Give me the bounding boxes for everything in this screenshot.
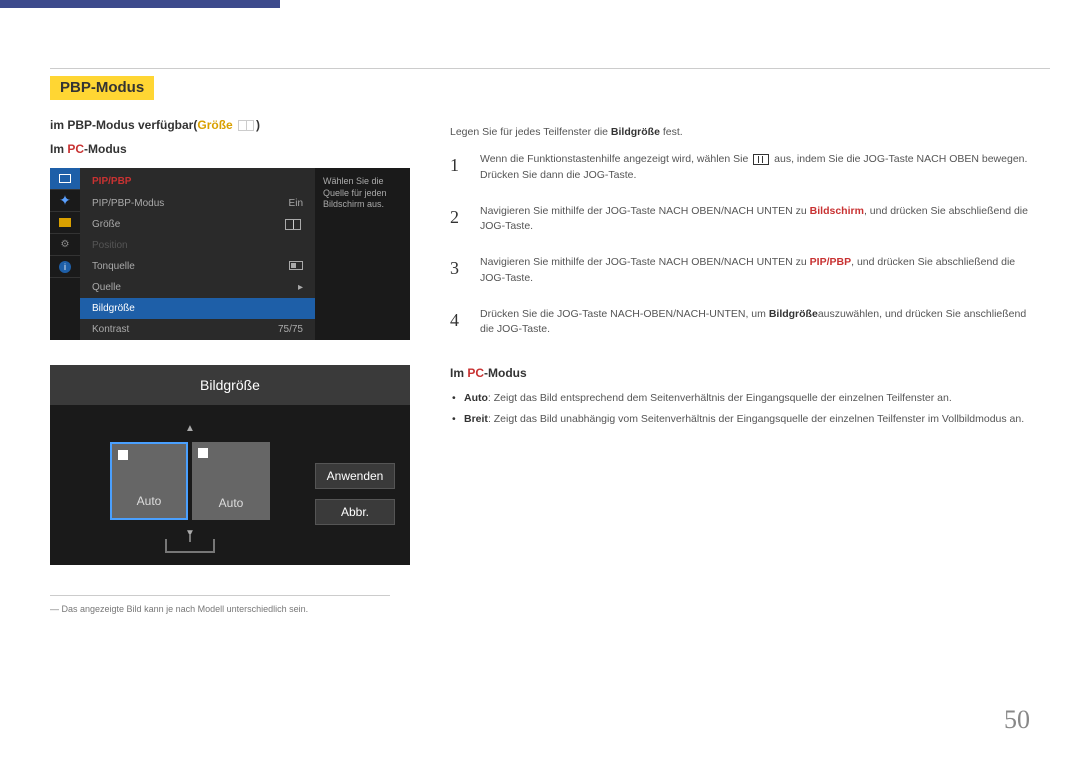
osd-tooltip: Wählen Sie die Quelle für jeden Bildschi… (315, 168, 410, 340)
step-1: 1 Wenn die Funktionstastenhilfe angezeig… (450, 152, 1030, 184)
monitor-stand-icon (165, 539, 215, 553)
osd-row-imagesize: Bildgröße (80, 298, 315, 319)
pc-mode-header: Im PC-Modus (50, 142, 410, 156)
page-number: 50 (1004, 705, 1030, 735)
intro-text: Legen Sie für jedes Teilfenster die Bild… (450, 126, 1030, 138)
size-icon (285, 219, 301, 230)
top-divider (50, 68, 1050, 69)
osd2-title: Bildgröße (50, 365, 410, 405)
osd-main: PIP/PBP PIP/PBP-ModusEin Größe Position … (80, 168, 315, 340)
screen-left: Auto (110, 442, 188, 520)
osd-menu-pip-pbp: ✦ ⚙ i PIP/PBP PIP/PBP-ModusEin Größe Pos… (50, 168, 410, 340)
osd-row-source: Quelle▸ (80, 277, 315, 298)
availability-note: im PBP-Modus verfügbar(Größe ) (50, 118, 410, 132)
sidebar-icon-picture (50, 168, 80, 190)
pbp-split-icon (238, 120, 254, 131)
osd-bildgroesse: Bildgröße ▲ Auto Auto ▼ (50, 365, 410, 565)
cancel-button: Abbr. (315, 499, 395, 525)
steps-list: 1 Wenn die Funktionstastenhilfe angezeig… (450, 152, 1030, 338)
color-bar (0, 0, 280, 8)
osd-row-size: Größe (80, 214, 315, 235)
step-3: 3 Navigieren Sie mithilfe der JOG-Taste … (450, 255, 1030, 287)
osd2-monitor: ▲ Auto Auto ▼ (65, 423, 315, 553)
apply-button: Anwenden (315, 463, 395, 489)
option-auto: Auto: Zeigt das Bild entsprechend dem Se… (450, 390, 1030, 407)
sidebar-icon-pip: ✦ (50, 190, 80, 212)
osd-row-mode: PIP/PBP-ModusEin (80, 193, 315, 214)
screen-right: Auto (192, 442, 270, 520)
arrow-up-icon: ▲ (65, 423, 315, 434)
footnote: ― Das angezeigte Bild kann je nach Model… (50, 595, 390, 614)
options-list: Auto: Zeigt das Bild entsprechend dem Se… (450, 390, 1030, 428)
sidebar-icon-settings: ⚙ (50, 234, 80, 256)
right-column: Legen Sie für jedes Teilfenster die Bild… (450, 76, 1030, 614)
osd-row-contrast: Kontrast75/75 (80, 319, 315, 340)
osd-header: PIP/PBP (80, 168, 315, 193)
sidebar-icon-onscreen (50, 212, 80, 234)
step-4: 4 Drücken Sie die JOG-Taste NACH-OBEN/NA… (450, 307, 1030, 339)
left-column: PBP-Modus im PBP-Modus verfügbar(Größe )… (50, 76, 410, 614)
option-breit: Breit: Zeigt das Bild unabhängig vom Sei… (450, 411, 1030, 428)
step-2: 2 Navigieren Sie mithilfe der JOG-Taste … (450, 204, 1030, 236)
pc-mode-header-2: Im PC-Modus (450, 366, 1030, 380)
menu-icon (753, 154, 769, 165)
osd-sidebar: ✦ ⚙ i (50, 168, 80, 340)
aspect-icon (198, 448, 208, 458)
aspect-icon (118, 450, 128, 460)
section-title-text: PBP-Modus (60, 79, 144, 96)
section-title: PBP-Modus (50, 76, 154, 100)
sidebar-icon-info: i (50, 256, 80, 278)
osd-row-sound: Tonquelle (80, 256, 315, 277)
osd-row-position: Position (80, 235, 315, 256)
sound-icon (289, 261, 303, 270)
